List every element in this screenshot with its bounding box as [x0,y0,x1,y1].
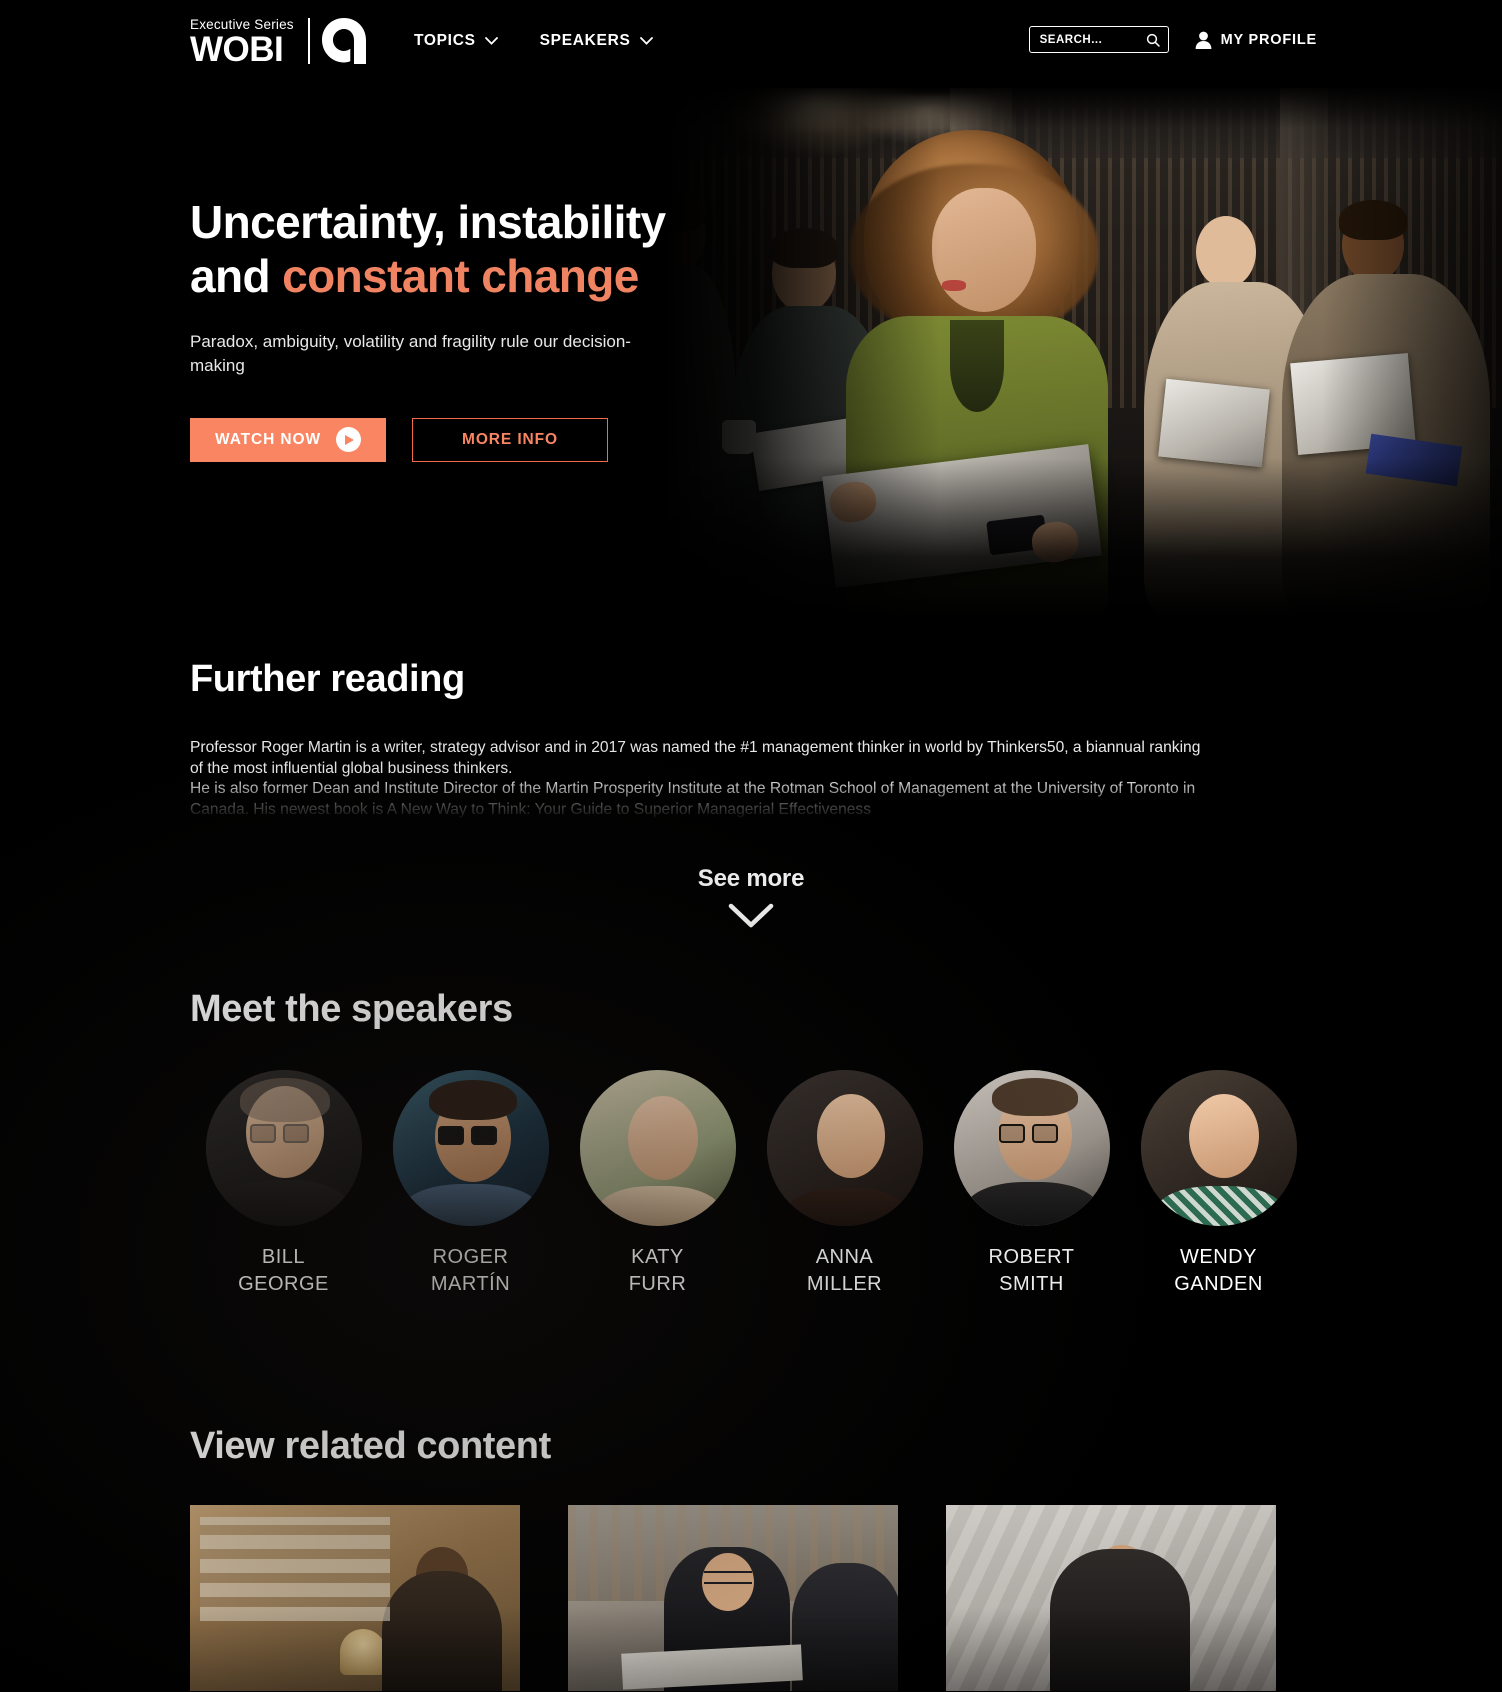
brand-divider [307,18,310,65]
chevron-down-icon [484,37,498,45]
search-input[interactable] [1039,33,1140,46]
chevron-down-icon [639,37,653,45]
hero-title-line-2-plain: and [190,249,283,302]
speaker-card[interactable]: KATY FURR [564,1070,751,1298]
see-more-label: See more [697,865,805,892]
more-info-label: MORE INFO [462,430,558,448]
speaker-name: KATY FURR [628,1246,687,1296]
speaker-name: ROGER MARTÍN [430,1246,511,1296]
more-info-button[interactable]: MORE INFO [412,417,608,462]
further-reading-heading: Further reading [190,658,465,700]
speaker-card[interactable]: ROBERT SMITH [938,1070,1125,1298]
speaker-name: WENDY GANDEN [1174,1246,1263,1296]
brand-logo[interactable]: Executive Series WOBI [190,18,366,69]
site-header: Executive Series WOBI TOPICS SPEAKERS SE… [0,0,1502,90]
hero-woman-lips [942,280,966,291]
speaker-card[interactable]: BILL GEORGE [190,1070,377,1298]
avatar [392,1070,549,1226]
speaker-card[interactable]: ROGER MARTÍN [377,1070,564,1298]
search-box[interactable] [1028,26,1169,53]
related-card[interactable] [190,1505,520,1691]
play-icon [335,427,361,453]
further-reading-body: Professor Roger Martin is a writer, stra… [190,739,1201,819]
chevron-down-icon[interactable] [728,903,774,929]
watch-now-button[interactable]: WATCH NOW [190,417,386,462]
my-profile-button[interactable]: MY PROFILE [1195,31,1317,49]
hero-gradient-bottom [520,458,1502,618]
avatar [953,1070,1110,1226]
speaker-card[interactable]: WENDY GANDEN [1125,1070,1312,1298]
speaker-name: BILL GEORGE [238,1246,329,1296]
avatar [1140,1070,1297,1226]
speaker-name: ANNA MILLER [806,1246,883,1296]
hero-content: Uncertainty, instability and constant ch… [190,196,810,462]
search-icon[interactable] [1146,33,1160,47]
related-cards-list [190,1505,1276,1691]
nav-item-topics[interactable]: TOPICS [414,32,498,50]
speakers-heading: Meet the speakers [190,988,513,1030]
nav-item-topics-label: TOPICS [414,32,476,49]
brand-name: WOBI [190,29,284,69]
speaker-card[interactable]: ANNA MILLER [751,1070,938,1298]
hero-title-line-2-accent: constant change [282,249,639,302]
my-profile-label: MY PROFILE [1220,31,1317,48]
avatar [579,1070,736,1226]
user-icon [1195,31,1212,49]
avatar [205,1070,362,1226]
watch-now-label: WATCH NOW [215,430,321,448]
hero-subtitle: Paradox, ambiguity, volatility and fragi… [190,331,631,375]
avatar [766,1070,923,1226]
hero-actions: WATCH NOW MORE INFO [190,417,810,462]
speakers-list: BILL GEORGE ROGER MARTÍN KATY FURR ANNA … [190,1070,1315,1298]
hero-title: Uncertainty, instability and constant ch… [190,196,810,304]
nav-item-speakers[interactable]: SPEAKERS [540,32,653,50]
related-content-heading: View related content [190,1425,551,1467]
related-card[interactable] [946,1505,1276,1691]
hero-title-line-1: Uncertainty, instability [190,196,666,248]
hero-woman-face [932,188,1036,312]
see-more-button[interactable]: See more [0,865,1502,929]
header-utilities: MY PROFILE [1028,26,1317,53]
primary-navigation: TOPICS SPEAKERS [414,32,653,50]
brand-wordmark: Executive Series WOBI [190,18,294,69]
nav-item-speakers-label: SPEAKERS [539,32,631,49]
wobi-o-mark-icon [321,18,366,65]
page-root: Executive Series WOBI TOPICS SPEAKERS SE… [0,0,1502,1692]
hero-banner: Uncertainty, instability and constant ch… [0,88,1502,618]
related-card[interactable] [568,1505,898,1691]
speaker-name: ROBERT SMITH [988,1246,1075,1296]
